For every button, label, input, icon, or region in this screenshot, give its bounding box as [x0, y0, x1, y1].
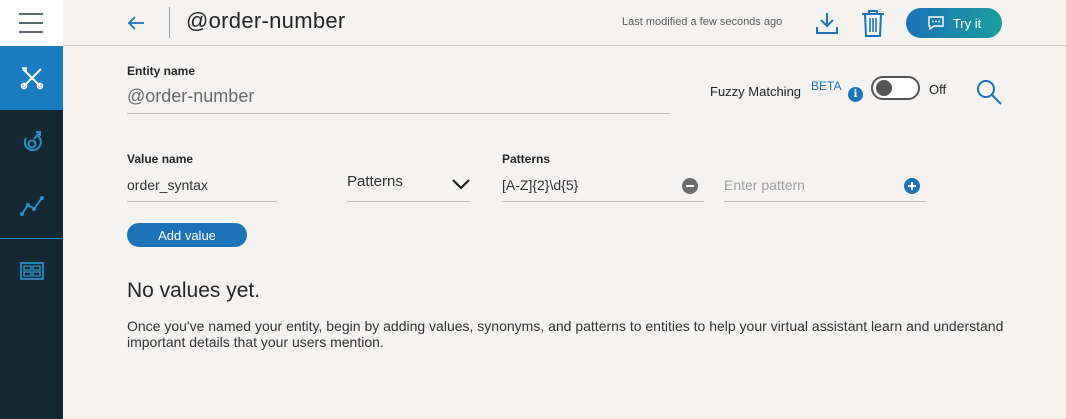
back-arrow-icon[interactable] — [122, 9, 150, 37]
last-modified-text: Last modified a few seconds ago — [622, 16, 783, 28]
fuzzy-matching-toggle[interactable] — [871, 76, 920, 100]
try-it-button[interactable]: Try it — [906, 8, 1002, 38]
sidebar-item-analytics[interactable] — [0, 174, 63, 238]
patterns-label: Patterns — [502, 152, 551, 166]
add-value-button[interactable]: Add value — [127, 223, 247, 247]
value-name-label: Value name — [127, 152, 194, 166]
chevron-down-icon[interactable] — [451, 177, 471, 191]
value-type-underline — [347, 201, 470, 202]
chat-icon — [928, 16, 944, 31]
toggle-knob — [876, 80, 892, 96]
download-icon[interactable] — [813, 9, 841, 37]
fuzzy-matching-label: Fuzzy Matching — [710, 84, 802, 99]
sidebar-item-catalog[interactable] — [0, 239, 63, 303]
sidebar-item-intents[interactable] — [0, 110, 63, 174]
entity-name-label: Entity name — [127, 64, 196, 78]
toggle-state-text: Off — [929, 82, 947, 97]
sidebar-item-build[interactable] — [0, 46, 63, 110]
analytics-icon — [19, 196, 44, 216]
empty-state-title: No values yet. — [127, 279, 261, 302]
empty-state-description: Once you've named your entity, begin by … — [127, 318, 1004, 350]
tools-icon — [20, 67, 43, 90]
delete-icon[interactable] — [860, 8, 886, 38]
info-icon[interactable]: i — [848, 87, 863, 102]
beta-badge: BETA — [811, 79, 842, 93]
intent-icon — [23, 131, 42, 152]
remove-pattern-icon[interactable] — [682, 178, 698, 194]
new-pattern-input[interactable]: Enter pattern — [724, 177, 805, 193]
content-catalog-icon — [19, 262, 44, 280]
header-divider — [169, 7, 170, 38]
try-it-label: Try it — [952, 15, 982, 31]
value-name-input[interactable]: order_syntax — [127, 177, 208, 193]
hamburger-menu-icon[interactable] — [0, 0, 63, 46]
entity-name-underline — [127, 113, 670, 114]
pattern-input[interactable]: [A-Z]{2}\d{5} — [502, 177, 578, 193]
page-title: @order-number — [186, 8, 346, 33]
sidebar — [0, 46, 63, 419]
value-name-underline — [127, 201, 277, 202]
top-header: @order-number Last modified a few second… — [0, 0, 1066, 46]
search-icon[interactable] — [975, 78, 1003, 106]
value-type-select[interactable]: Patterns — [347, 173, 403, 190]
add-pattern-icon[interactable] — [904, 178, 920, 194]
entity-name-input[interactable]: @order-number — [127, 86, 667, 107]
new-pattern-underline — [724, 201, 926, 202]
pattern-underline — [502, 201, 704, 202]
